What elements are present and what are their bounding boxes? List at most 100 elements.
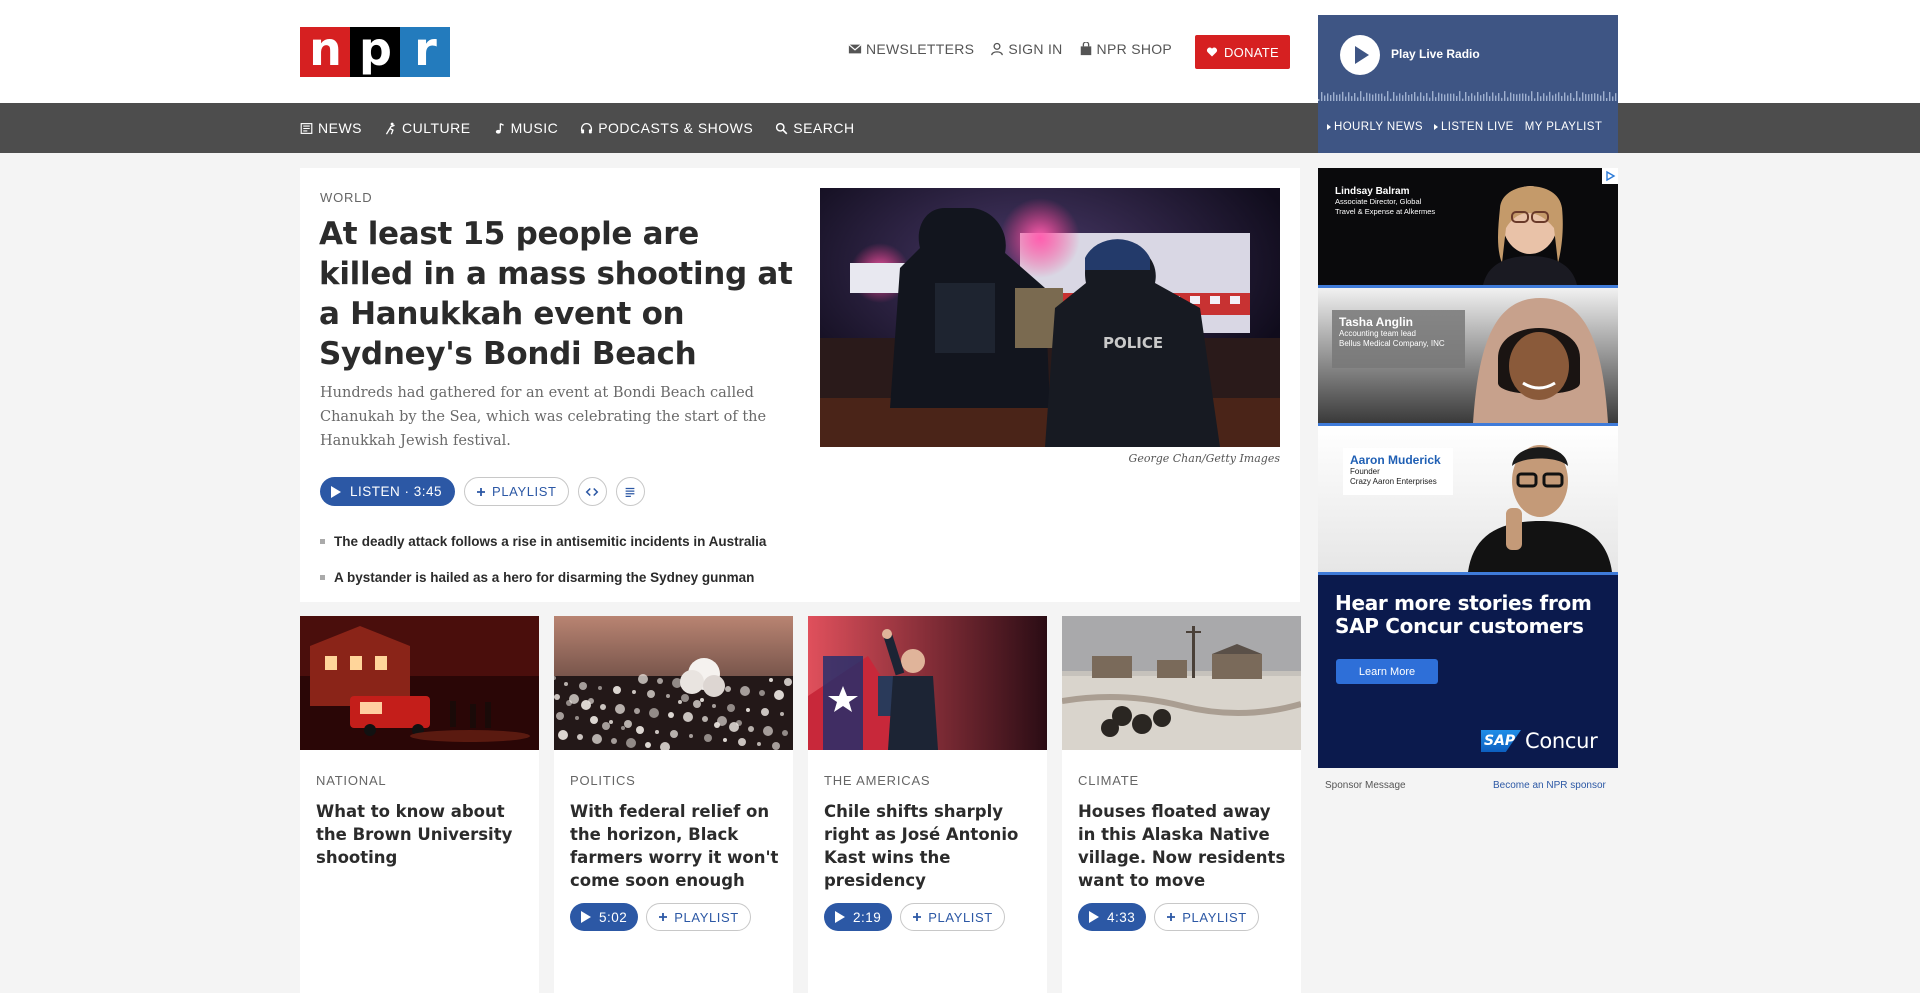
ad-person-company: Bellus Medical Company, INC [1339, 339, 1445, 348]
embed-button[interactable] [577, 477, 607, 506]
play-icon [331, 485, 341, 498]
card-headline[interactable]: With federal relief on the horizon, Blac… [570, 800, 780, 892]
hero-slug[interactable]: WORLD [320, 190, 372, 205]
embed-code-icon [585, 487, 599, 496]
ad-divider [1318, 572, 1618, 575]
hero-add-playlist-button[interactable]: PLAYLIST [464, 477, 569, 506]
card-listen-button[interactable]: 5:02 [570, 903, 639, 931]
listen-live-link[interactable]: LISTEN LIVE [1433, 121, 1514, 133]
ad-person-role: Associate Director, Global [1335, 197, 1422, 206]
my-playlist-label: MY PLAYLIST [1524, 121, 1603, 133]
newsletters-label: NEWSLETTERS [866, 41, 975, 57]
story-card-politics: POLITICS With federal relief on the hori… [554, 616, 793, 993]
card-photo-kast-waving[interactable] [808, 616, 1047, 750]
ad-person-role: Accounting team lead [1339, 329, 1416, 338]
card-photo-cotton-field[interactable] [554, 616, 793, 750]
sign-in-link[interactable]: SIGN IN [990, 41, 1062, 57]
card-headline[interactable]: Chile shifts sharply right as José Anton… [824, 800, 1034, 892]
ad-person-company: Travel & Expense at Alkermes [1335, 207, 1436, 216]
sap-logo: SAP [1481, 730, 1521, 752]
related-stories: The deadly attack follows a rise in anti… [320, 523, 766, 595]
ad-person-tag: Lindsay Balram Associate Director, Globa… [1328, 181, 1442, 222]
related-story-link[interactable]: A bystander is hailed as a hero for disa… [320, 559, 766, 595]
ad-person-name: Tasha Anglin [1339, 315, 1414, 329]
listen-live-label: LISTEN LIVE [1440, 121, 1514, 133]
newsletters-link[interactable]: NEWSLETTERS [848, 41, 974, 57]
logo-letter-r: r [400, 26, 450, 77]
card-photo-fire-truck[interactable] [300, 616, 539, 750]
hero-photo-credit: George Chan/Getty Images [1128, 452, 1280, 465]
card-add-playlist-button[interactable]: PLAYLIST [900, 903, 1005, 931]
plus-icon [659, 913, 668, 921]
card-slug[interactable]: POLITICS [570, 773, 636, 788]
npr-logo[interactable]: n p r [300, 26, 450, 77]
nav-music[interactable]: MUSIC [493, 120, 559, 136]
music-note-icon [495, 122, 504, 134]
card-slug[interactable]: CLIMATE [1078, 773, 1139, 788]
related-story-link[interactable]: The deadly attack follows a rise in anti… [320, 523, 766, 559]
ad-headline: Hear more stories from SAP Concur custom… [1335, 591, 1592, 638]
ad-learn-more-button[interactable]: Learn More [1336, 659, 1438, 684]
card-listen-duration: 5:02 [599, 909, 628, 925]
play-live-radio-label[interactable]: Play Live Radio [1391, 47, 1480, 61]
utility-nav: NEWSLETTERS SIGN IN NPR SHOP [848, 41, 1172, 57]
donate-button[interactable]: DONATE [1195, 35, 1290, 69]
hourly-news-link[interactable]: HOURLY NEWS [1327, 121, 1423, 133]
hero-headline[interactable]: At least 15 people are killed in a mass … [319, 214, 799, 374]
plus-icon [913, 913, 922, 921]
sign-in-label: SIGN IN [1008, 41, 1063, 57]
transcript-button[interactable] [615, 477, 645, 506]
concur-wordmark: Concur [1525, 729, 1598, 753]
nav-news-label: NEWS [318, 120, 362, 136]
radio-links: HOURLY NEWS LISTEN LIVE MY PLAYLIST [1327, 121, 1602, 133]
npr-shop-link[interactable]: NPR SHOP [1079, 41, 1173, 57]
ad-person-name: Lindsay Balram [1335, 186, 1410, 197]
sap-concur-ad[interactable]: Lindsay Balram Associate Director, Globa… [1318, 168, 1618, 768]
card-listen-duration: 4:33 [1107, 909, 1136, 925]
radio-player-top: Play Live Radio [1318, 15, 1618, 103]
hero-playlist-label: PLAYLIST [492, 484, 557, 499]
audio-waveform-graphic [1318, 91, 1617, 101]
card-slug[interactable]: THE AMERICAS [824, 773, 930, 788]
card-listen-duration: 2:19 [853, 909, 882, 925]
nav-culture[interactable]: CULTURE [384, 120, 471, 136]
my-playlist-link[interactable]: MY PLAYLIST [1525, 121, 1602, 133]
dancer-icon [385, 122, 395, 135]
card-photo-alaska-village[interactable] [1062, 616, 1301, 750]
plus-icon [1167, 913, 1176, 921]
play-small-icon [1433, 124, 1438, 130]
hero-photo-police-at-night[interactable]: POLICE [820, 188, 1280, 447]
nav-news[interactable]: NEWS [300, 120, 362, 136]
become-sponsor-link[interactable]: Become an NPR sponsor [1493, 780, 1606, 791]
heart-icon [1206, 47, 1218, 57]
ad-panel-tasha: Tasha Anglin Accounting team lead Bellus… [1318, 288, 1618, 423]
live-radio-player: Play Live Radio HOURLY NEWS LISTEN LIVE … [1318, 15, 1618, 153]
adchoices-icon[interactable] [1602, 168, 1618, 184]
play-icon [835, 911, 845, 923]
nav-podcasts-shows[interactable]: PODCASTS & SHOWS [580, 120, 753, 136]
headphones-icon [581, 122, 593, 133]
card-add-playlist-button[interactable]: PLAYLIST [1154, 903, 1259, 931]
nav-search[interactable]: SEARCH [775, 120, 854, 136]
story-card-americas: THE AMERICAS Chile shifts sharply right … [808, 616, 1047, 993]
npr-shop-label: NPR SHOP [1096, 41, 1173, 57]
newspaper-icon [300, 122, 313, 134]
hero-listen-button[interactable]: LISTEN · 3:45 [320, 477, 456, 506]
play-live-radio-button[interactable] [1340, 35, 1380, 75]
card-listen-button[interactable]: 4:33 [1078, 903, 1147, 931]
sap-concur-logo: SAP Concur [1481, 729, 1598, 753]
card-headline[interactable]: Houses floated away in this Alaska Nativ… [1078, 800, 1288, 892]
play-small-icon [1327, 124, 1331, 130]
logo-letter-p: p [350, 26, 400, 77]
ad-person-tag: Tasha Anglin Accounting team lead Bellus… [1332, 310, 1465, 368]
story-card-climate: CLIMATE Houses floated away in this Alas… [1062, 616, 1301, 993]
user-icon [991, 42, 1004, 56]
card-listen-button[interactable]: 2:19 [824, 903, 893, 931]
card-slug[interactable]: NATIONAL [316, 773, 386, 788]
envelope-icon [848, 44, 862, 54]
ad-panel-lindsay: Lindsay Balram Associate Director, Globa… [1318, 168, 1618, 285]
hero-listen-label: LISTEN · 3:45 [350, 484, 443, 499]
card-headline[interactable]: What to know about the Brown University … [316, 800, 526, 869]
card-add-playlist-button[interactable]: PLAYLIST [646, 903, 751, 931]
story-card-national: NATIONAL What to know about the Brown Un… [300, 616, 539, 993]
